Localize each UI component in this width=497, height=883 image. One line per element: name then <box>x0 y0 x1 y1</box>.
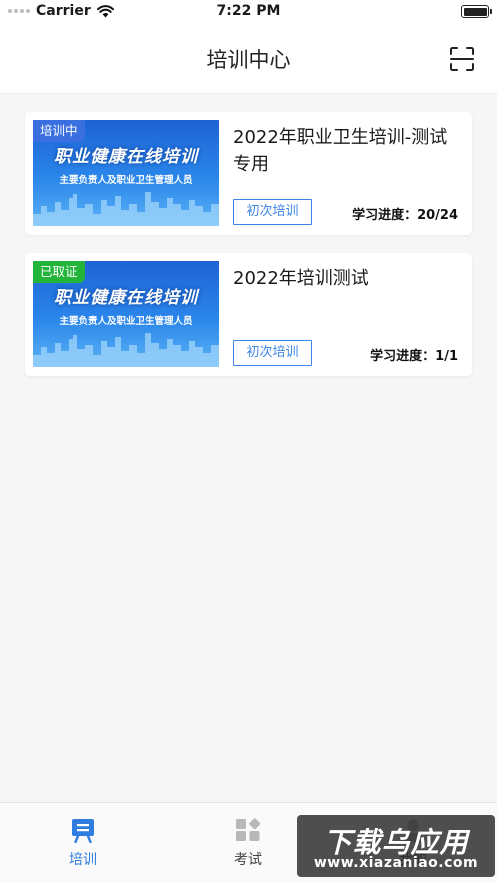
learning-progress: 学习进度：1/1 <box>370 349 458 364</box>
tab-training-label: 培训 <box>69 852 97 868</box>
watermark-overlay: 下载乌应用 www.xiazaniao.com <box>297 815 495 877</box>
tab-exam[interactable]: 考试 <box>198 817 298 869</box>
tab-exam-label: 考试 <box>234 852 262 868</box>
city-skyline-illustration <box>33 192 219 226</box>
battery-icon <box>461 5 492 18</box>
training-icon <box>72 819 94 843</box>
scan-icon[interactable] <box>449 46 475 72</box>
course-card[interactable]: 职业健康在线培训 主要负责人及职业卫生管理人员 培训中 2022年职业卫生培训-… <box>25 112 472 235</box>
training-type-tag: 初次培训 <box>233 340 312 366</box>
course-title[interactable]: 2022年职业卫生培训-测试专用 <box>233 124 458 178</box>
navigation-bar: 培训中心 <box>0 24 497 94</box>
course-thumbnail[interactable]: 职业健康在线培训 主要负责人及职业卫生管理人员 培训中 <box>33 120 219 226</box>
course-card[interactable]: 职业健康在线培训 主要负责人及职业卫生管理人员 已取证 2022年培训测试 初次… <box>25 253 472 376</box>
city-skyline-illustration <box>33 333 219 367</box>
exam-grid-icon <box>236 818 261 841</box>
course-title[interactable]: 2022年培训测试 <box>233 265 458 292</box>
thumbnail-banner-text: 职业健康在线培训 <box>54 147 198 167</box>
status-bar: Carrier 7:22 PM <box>0 0 497 24</box>
course-thumbnail[interactable]: 职业健康在线培训 主要负责人及职业卫生管理人员 已取证 <box>33 261 219 367</box>
training-type-tag: 初次培训 <box>233 199 312 225</box>
watermark-url: www.xiazaniao.com <box>313 855 479 871</box>
learning-progress: 学习进度：20/24 <box>352 208 458 223</box>
tab-training[interactable]: 培训 <box>33 817 133 869</box>
status-badge: 已取证 <box>33 261 85 283</box>
status-badge: 培训中 <box>33 120 85 142</box>
status-time: 7:22 PM <box>216 3 281 19</box>
page-title: 培训中心 <box>206 48 291 72</box>
thumbnail-banner-text: 职业健康在线培训 <box>54 288 198 308</box>
